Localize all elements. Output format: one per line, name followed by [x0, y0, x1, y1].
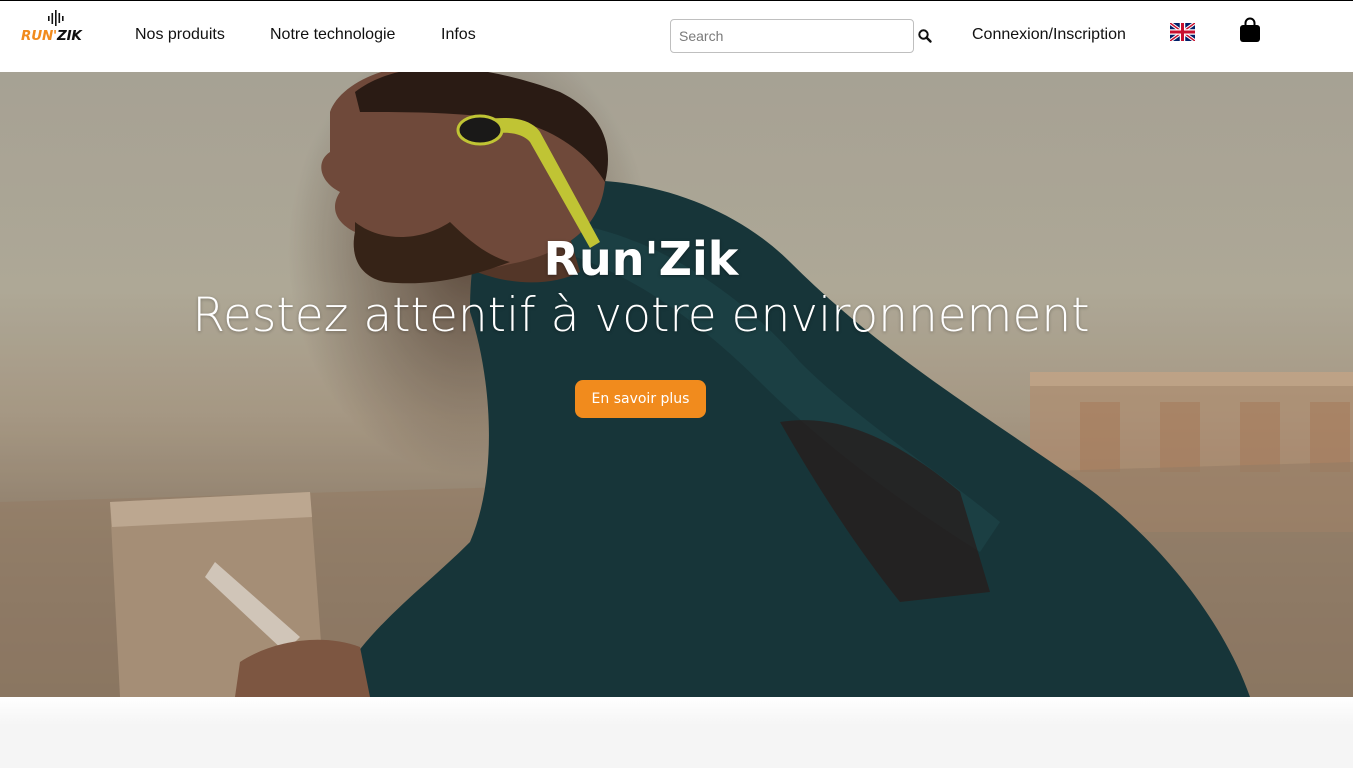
top-navbar: RUN'ZIK Nos produits Notre technologie I… — [0, 0, 1353, 72]
logo-text: RUN'ZIK — [21, 28, 82, 44]
nav-link-technology[interactable]: Notre technologie — [270, 26, 395, 44]
search-icon[interactable] — [917, 28, 933, 44]
nav-link-infos[interactable]: Infos — [441, 26, 476, 44]
shopping-bag-icon[interactable] — [1239, 17, 1261, 43]
login-signup-link[interactable]: Connexion/Inscription — [972, 26, 1126, 44]
uk-flag-icon[interactable] — [1170, 23, 1195, 41]
hero-banner: Run'Zik Restez attentif à votre environn… — [0, 72, 1353, 697]
runzik-logo[interactable]: RUN'ZIK — [20, 9, 92, 47]
search-input[interactable] — [670, 19, 914, 53]
hero-title: Run'Zik — [543, 232, 739, 286]
learn-more-button[interactable]: En savoir plus — [575, 380, 706, 418]
sound-wave-icon — [48, 10, 64, 26]
hero-subtitle: Restez attentif à votre environnement — [192, 288, 1090, 343]
content-section-start — [0, 697, 1353, 768]
nav-link-products[interactable]: Nos produits — [135, 26, 225, 44]
